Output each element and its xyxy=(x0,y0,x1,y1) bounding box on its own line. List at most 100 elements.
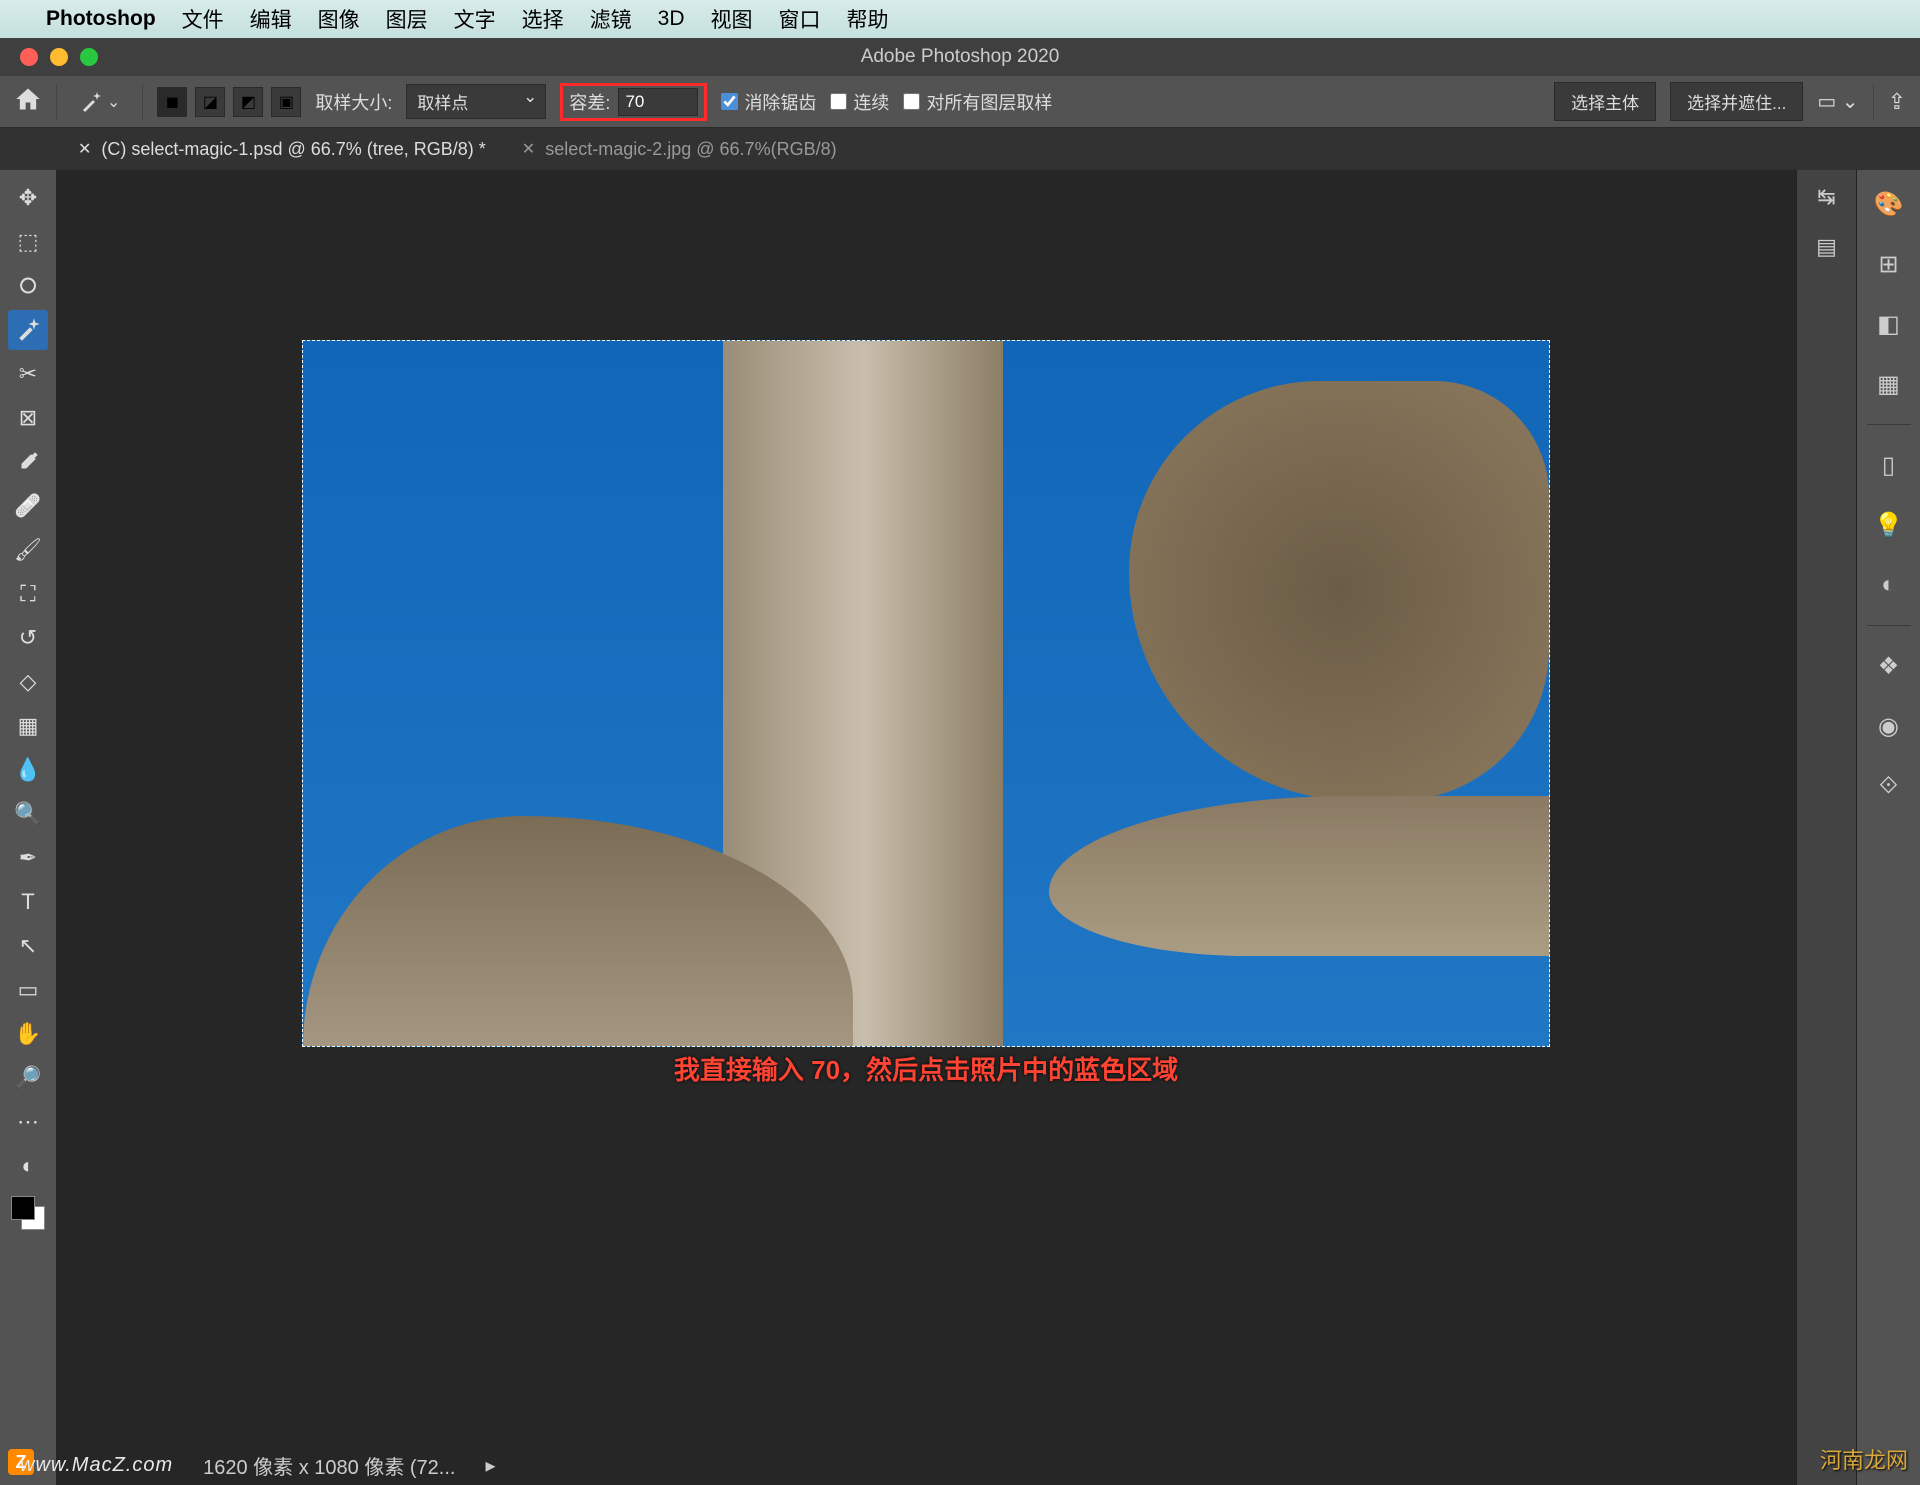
divider xyxy=(142,84,143,120)
gradient-tool-icon[interactable]: ▦ xyxy=(8,706,48,746)
mac-menubar: Photoshop 文件 编辑 图像 图层 文字 选择 滤镜 3D 视图 窗口 … xyxy=(0,0,1920,38)
brush-tool-icon[interactable]: 🖌 xyxy=(8,530,48,570)
history-brush-tool-icon[interactable]: ↺ xyxy=(8,618,48,658)
document-tab-active[interactable]: ✕ (C) select-magic-1.psd @ 66.7% (tree, … xyxy=(60,128,504,170)
quickmask-icon[interactable]: ◐ xyxy=(8,1146,48,1186)
properties-panel-icon[interactable]: ▯ xyxy=(1867,445,1911,485)
layers-panel-icon[interactable]: ❖ xyxy=(1867,646,1911,686)
workspace: ✥ ⬚ ⭘ ✂ ⊠ 🩹 🖌 ⛶ ↺ ◇ ▦ 💧 🔍 ✒ T ↖ ▭ ✋ 🔎 ⋯ … xyxy=(0,170,1920,1485)
window-titlebar: Adobe Photoshop 2020 xyxy=(0,38,1920,76)
menu-type[interactable]: 文字 xyxy=(454,4,496,34)
window-title: Adobe Photoshop 2020 xyxy=(861,46,1060,68)
selection-new-icon[interactable]: ◼ xyxy=(157,87,187,117)
menu-help[interactable]: 帮助 xyxy=(847,4,889,34)
close-window-icon[interactable] xyxy=(20,48,38,66)
color-panel-icon[interactable]: 🎨 xyxy=(1867,184,1911,224)
contiguous-checkbox[interactable]: 连续 xyxy=(830,89,889,115)
select-subject-button[interactable]: 选择主体 xyxy=(1554,82,1656,121)
selection-intersect-icon[interactable]: ▣ xyxy=(271,87,301,117)
tolerance-input[interactable] xyxy=(618,88,698,116)
magic-wand-tool-icon[interactable] xyxy=(8,310,48,350)
path-tool-icon[interactable]: ↖ xyxy=(8,926,48,966)
tolerance-group-highlighted: 容差: xyxy=(560,83,707,121)
divider xyxy=(56,84,57,120)
sample-size-select[interactable]: 取样点 xyxy=(406,84,546,119)
pen-tool-icon[interactable]: ✒ xyxy=(8,838,48,878)
contiguous-label: 连续 xyxy=(853,89,889,115)
close-tab-icon[interactable]: ✕ xyxy=(78,139,91,159)
blur-tool-icon[interactable]: 💧 xyxy=(8,750,48,790)
selection-mode-group: ◼ ◪ ◩ ▣ xyxy=(157,87,301,117)
channels-panel-icon[interactable]: ◉ xyxy=(1867,706,1911,746)
gradients-panel-icon[interactable]: ◧ xyxy=(1867,304,1911,344)
collapsed-panel-strip: ↹ ▤ xyxy=(1796,170,1856,1485)
antialias-check-icon[interactable] xyxy=(721,93,738,110)
stamp-tool-icon[interactable]: ⛶ xyxy=(8,574,48,614)
eyedropper-tool-icon[interactable] xyxy=(8,442,48,482)
adjustments-panel-icon[interactable]: 💡 xyxy=(1867,505,1911,545)
panel-icon[interactable]: ↹ xyxy=(1817,184,1835,210)
type-tool-icon[interactable]: T xyxy=(8,882,48,922)
zoom-tool-icon[interactable]: 🔎 xyxy=(8,1058,48,1098)
shape-tool-icon[interactable]: ▭ xyxy=(8,970,48,1010)
swatches-panel-icon[interactable]: ⊞ xyxy=(1867,244,1911,284)
antialias-checkbox[interactable]: 消除锯齿 xyxy=(721,89,816,115)
canvas-image[interactable] xyxy=(302,340,1550,1047)
image-content xyxy=(1129,381,1549,801)
divider xyxy=(1867,424,1911,425)
tab-label: (C) select-magic-1.psd @ 66.7% (tree, RG… xyxy=(101,139,485,160)
heal-tool-icon[interactable]: 🩹 xyxy=(8,486,48,526)
app-name[interactable]: Photoshop xyxy=(46,7,156,31)
menu-select[interactable]: 选择 xyxy=(522,4,564,34)
canvas-area[interactable]: 我直接输入 70，然后点击照片中的蓝色区域 xyxy=(56,170,1796,1485)
status-bar: www.MacZ.com 1620 像素 x 1080 像素 (72... ▸ xyxy=(0,1445,1920,1485)
all-layers-checkbox[interactable]: 对所有图层取样 xyxy=(903,89,1052,115)
hand-tool-icon[interactable]: ✋ xyxy=(8,1014,48,1054)
home-icon[interactable] xyxy=(14,85,42,118)
move-tool-icon[interactable]: ✥ xyxy=(8,178,48,218)
menu-view[interactable]: 视图 xyxy=(711,4,753,34)
tool-panel: ✥ ⬚ ⭘ ✂ ⊠ 🩹 🖌 ⛶ ↺ ◇ ▦ 💧 🔍 ✒ T ↖ ▭ ✋ 🔎 ⋯ … xyxy=(0,170,56,1485)
current-tool-icon[interactable]: ⌄ xyxy=(71,86,128,118)
lasso-tool-icon[interactable]: ⭘ xyxy=(8,266,48,306)
tab-label: select-magic-2.jpg @ 66.7%(RGB/8) xyxy=(545,139,836,160)
selection-add-icon[interactable]: ◪ xyxy=(195,87,225,117)
divider xyxy=(1873,84,1874,120)
minimize-window-icon[interactable] xyxy=(50,48,68,66)
paths-panel-icon[interactable]: ⟐ xyxy=(1867,766,1911,806)
maximize-window-icon[interactable] xyxy=(80,48,98,66)
crop-tool-icon[interactable]: ✂ xyxy=(8,354,48,394)
tolerance-label: 容差: xyxy=(569,89,610,115)
dodge-tool-icon[interactable]: 🔍 xyxy=(8,794,48,834)
menu-file[interactable]: 文件 xyxy=(182,4,224,34)
document-tab-inactive[interactable]: ✕ select-magic-2.jpg @ 66.7%(RGB/8) xyxy=(504,128,855,170)
close-tab-icon[interactable]: ✕ xyxy=(522,139,535,159)
menu-filter[interactable]: 滤镜 xyxy=(590,4,632,34)
menu-window[interactable]: 窗口 xyxy=(779,4,821,34)
eraser-tool-icon[interactable]: ◇ xyxy=(8,662,48,702)
image-content xyxy=(1049,796,1549,956)
traffic-lights xyxy=(0,48,98,66)
select-and-mask-button[interactable]: 选择并遮住... xyxy=(1670,82,1803,121)
menu-3d[interactable]: 3D xyxy=(658,7,685,31)
contiguous-check-icon[interactable] xyxy=(830,93,847,110)
panel-icon[interactable]: ▤ xyxy=(1816,234,1837,260)
instruction-caption: 我直接输入 70，然后点击照片中的蓝色区域 xyxy=(674,1050,1178,1087)
workspace-switcher-icon[interactable]: ▭ ⌄ xyxy=(1817,89,1858,114)
all-layers-check-icon[interactable] xyxy=(903,93,920,110)
document-tabs: ✕ (C) select-magic-1.psd @ 66.7% (tree, … xyxy=(0,128,1920,170)
foreground-background-colors[interactable] xyxy=(11,1196,45,1230)
frame-tool-icon[interactable]: ⊠ xyxy=(8,398,48,438)
document-info[interactable]: 1620 像素 x 1080 像素 (72... xyxy=(203,1451,455,1480)
libraries-panel-icon[interactable]: ◐ xyxy=(1867,565,1911,605)
patterns-panel-icon[interactable]: ▦ xyxy=(1867,364,1911,404)
menu-image[interactable]: 图像 xyxy=(318,4,360,34)
info-chevron-icon[interactable]: ▸ xyxy=(485,1453,495,1478)
menu-layer[interactable]: 图层 xyxy=(386,4,428,34)
menu-edit[interactable]: 编辑 xyxy=(250,4,292,34)
selection-subtract-icon[interactable]: ◩ xyxy=(233,87,263,117)
marquee-tool-icon[interactable]: ⬚ xyxy=(8,222,48,262)
more-tools-icon[interactable]: ⋯ xyxy=(8,1102,48,1142)
share-icon[interactable]: ⇪ xyxy=(1888,89,1906,115)
foreground-color-icon[interactable] xyxy=(11,1196,35,1220)
